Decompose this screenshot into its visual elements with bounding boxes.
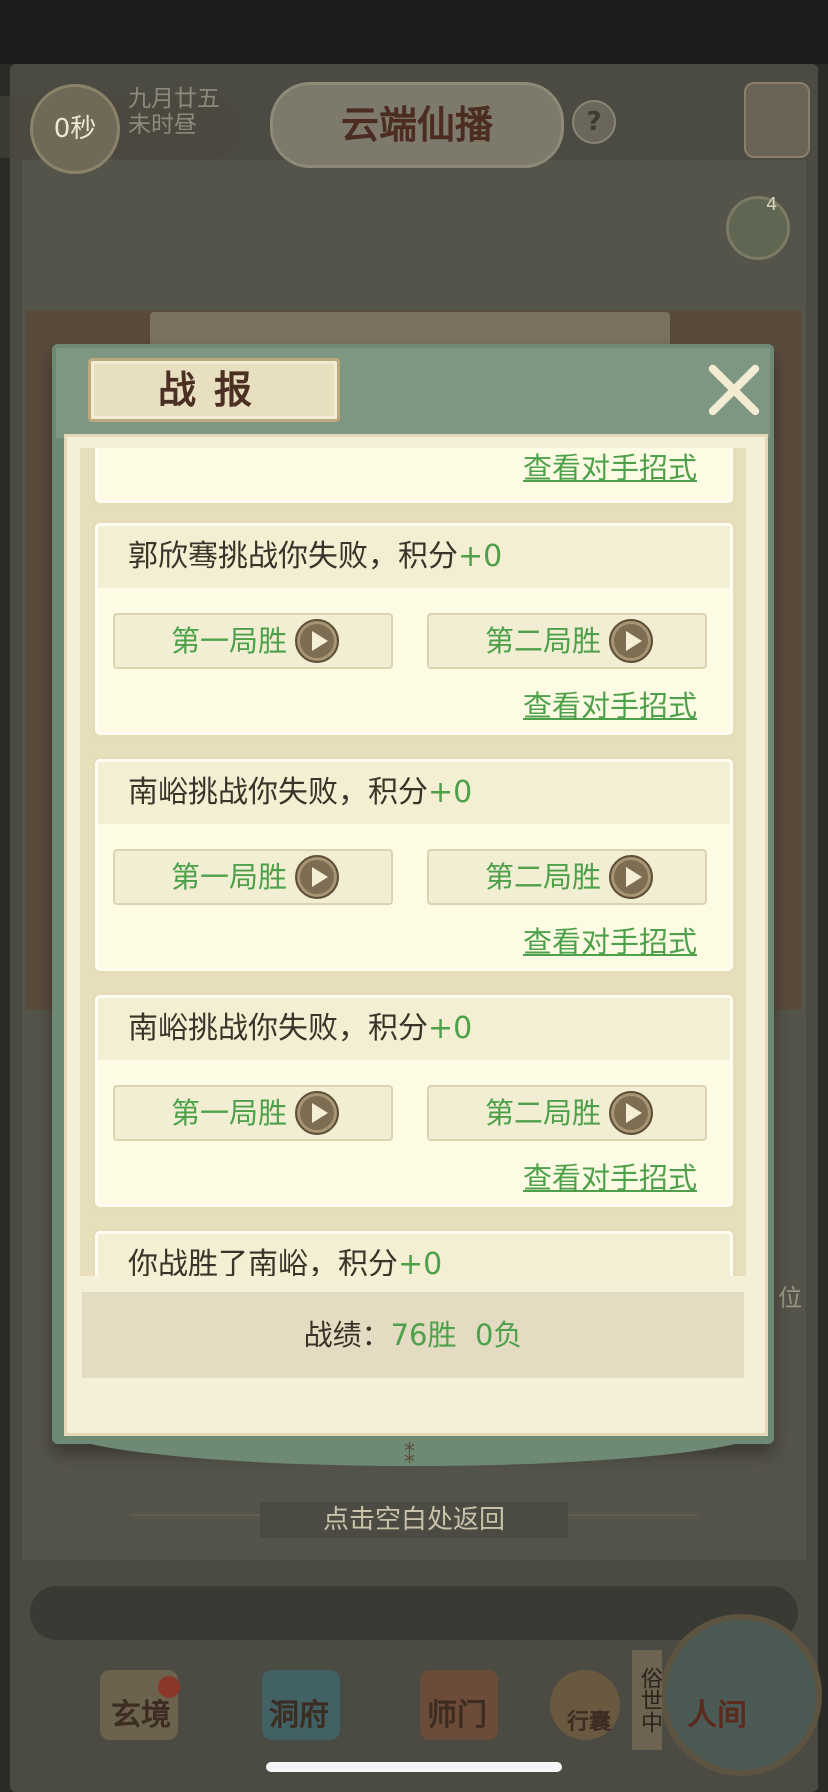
date-line-1: 九月廿五 <box>128 86 220 112</box>
record-title: 你战胜了南峪，积分 <box>128 1247 398 1276</box>
view-opponent-moves-link[interactable]: 查看对手招式 <box>523 683 697 725</box>
page-title: 云端仙播 <box>340 102 493 147</box>
exit-button[interactable] <box>744 82 810 158</box>
play-icon <box>295 619 339 663</box>
stats-wins: 76胜 <box>390 1318 457 1352</box>
list-item: 南峪挑战你失败，积分+0 第一局胜 第二局胜 查看对手招式 <box>92 756 736 974</box>
record-points: +0 <box>428 1011 473 1046</box>
battle-stats: 战绩：76胜 0负 <box>82 1292 744 1378</box>
list-item: 郭欣骞挑战你失败，积分+0 第一局胜 第二局胜 查看对手招式 <box>92 520 736 738</box>
stats-label: 战绩： <box>303 1318 391 1352</box>
return-hint[interactable]: 点击空白处返回 <box>260 1502 568 1538</box>
round-2-replay-button[interactable]: 第二局胜 <box>427 849 707 905</box>
round-label: 第一局胜 <box>171 860 288 894</box>
record-header: 南峪挑战你失败，积分+0 <box>98 998 730 1060</box>
list-item: 南峪挑战你失败，积分+0 第一局胜 第二局胜 查看对手招式 <box>92 992 736 1210</box>
record-header: 南峪挑战你失败，积分+0 <box>98 762 730 824</box>
nav-item-shimen[interactable]: 师门 <box>402 1690 512 1760</box>
round-1-replay-button[interactable]: 第一局胜 <box>113 613 393 669</box>
bottom-nav-background <box>30 1586 798 1640</box>
view-opponent-moves-link[interactable]: 查看对手招式 <box>523 1155 697 1197</box>
nav-item-dongfu[interactable]: 洞府 <box>244 1690 354 1760</box>
list-item: 查看对手招式 <box>92 448 736 506</box>
round-1-replay-button[interactable]: 第一局胜 <box>113 1085 393 1141</box>
timer-badge: 0秒 <box>30 84 120 174</box>
view-opponent-moves-link[interactable]: 查看对手招式 <box>523 919 697 961</box>
view-opponent-moves-link[interactable]: 查看对手招式 <box>523 448 697 487</box>
play-icon <box>609 855 653 899</box>
side-label: 位 <box>778 1284 802 1312</box>
date-line-2: 未时昼 <box>128 112 197 138</box>
record-points: +0 <box>428 775 473 810</box>
round-label: 第二局胜 <box>485 624 602 658</box>
battle-record-list[interactable]: 查看对手招式 郭欣骞挑战你失败，积分+0 第一局胜 第二局胜 查看对手招式 南峪… <box>80 448 746 1276</box>
nav-item-xuanjing[interactable]: 玄境 <box>86 1690 196 1760</box>
play-icon <box>295 1091 339 1135</box>
close-icon[interactable] <box>706 362 762 418</box>
chat-icon[interactable] <box>726 196 790 260</box>
chat-count-badge: 4 <box>766 194 778 215</box>
record-points: +0 <box>398 1247 443 1276</box>
round-2-replay-button[interactable]: 第二局胜 <box>427 1085 707 1141</box>
round-label: 第一局胜 <box>171 1096 288 1130</box>
status-bar-area <box>0 0 828 64</box>
record-header: 你战胜了南峪，积分+0 <box>98 1234 730 1276</box>
round-label: 第一局胜 <box>171 624 288 658</box>
record-header: 郭欣骞挑战你失败，积分+0 <box>98 526 730 588</box>
game-date: 九月廿五 未时昼 <box>128 86 268 138</box>
play-icon <box>295 855 339 899</box>
round-1-replay-button[interactable]: 第一局胜 <box>113 849 393 905</box>
world-side-label: 俗世中 <box>632 1650 662 1750</box>
help-button[interactable]: ? <box>572 100 616 144</box>
round-label: 第二局胜 <box>485 860 602 894</box>
nav-item-renjian[interactable]: 人间 <box>662 1690 772 1760</box>
record-title: 南峪挑战你失败，积分 <box>128 775 428 810</box>
home-indicator[interactable] <box>266 1762 562 1772</box>
record-points: +0 <box>458 539 503 574</box>
round-label: 第二局胜 <box>485 1096 602 1130</box>
record-title: 南峪挑战你失败，积分 <box>128 1011 428 1046</box>
dialog-title: 战报 <box>157 367 270 412</box>
stats-losses: 0负 <box>474 1318 523 1352</box>
dialog-tassel-icon: ⁑ <box>404 1444 415 1469</box>
round-2-replay-button[interactable]: 第二局胜 <box>427 613 707 669</box>
record-title: 郭欣骞挑战你失败，积分 <box>128 539 458 574</box>
play-icon <box>609 1091 653 1135</box>
list-item: 你战胜了南峪，积分+0 <box>92 1228 736 1276</box>
play-icon <box>609 619 653 663</box>
